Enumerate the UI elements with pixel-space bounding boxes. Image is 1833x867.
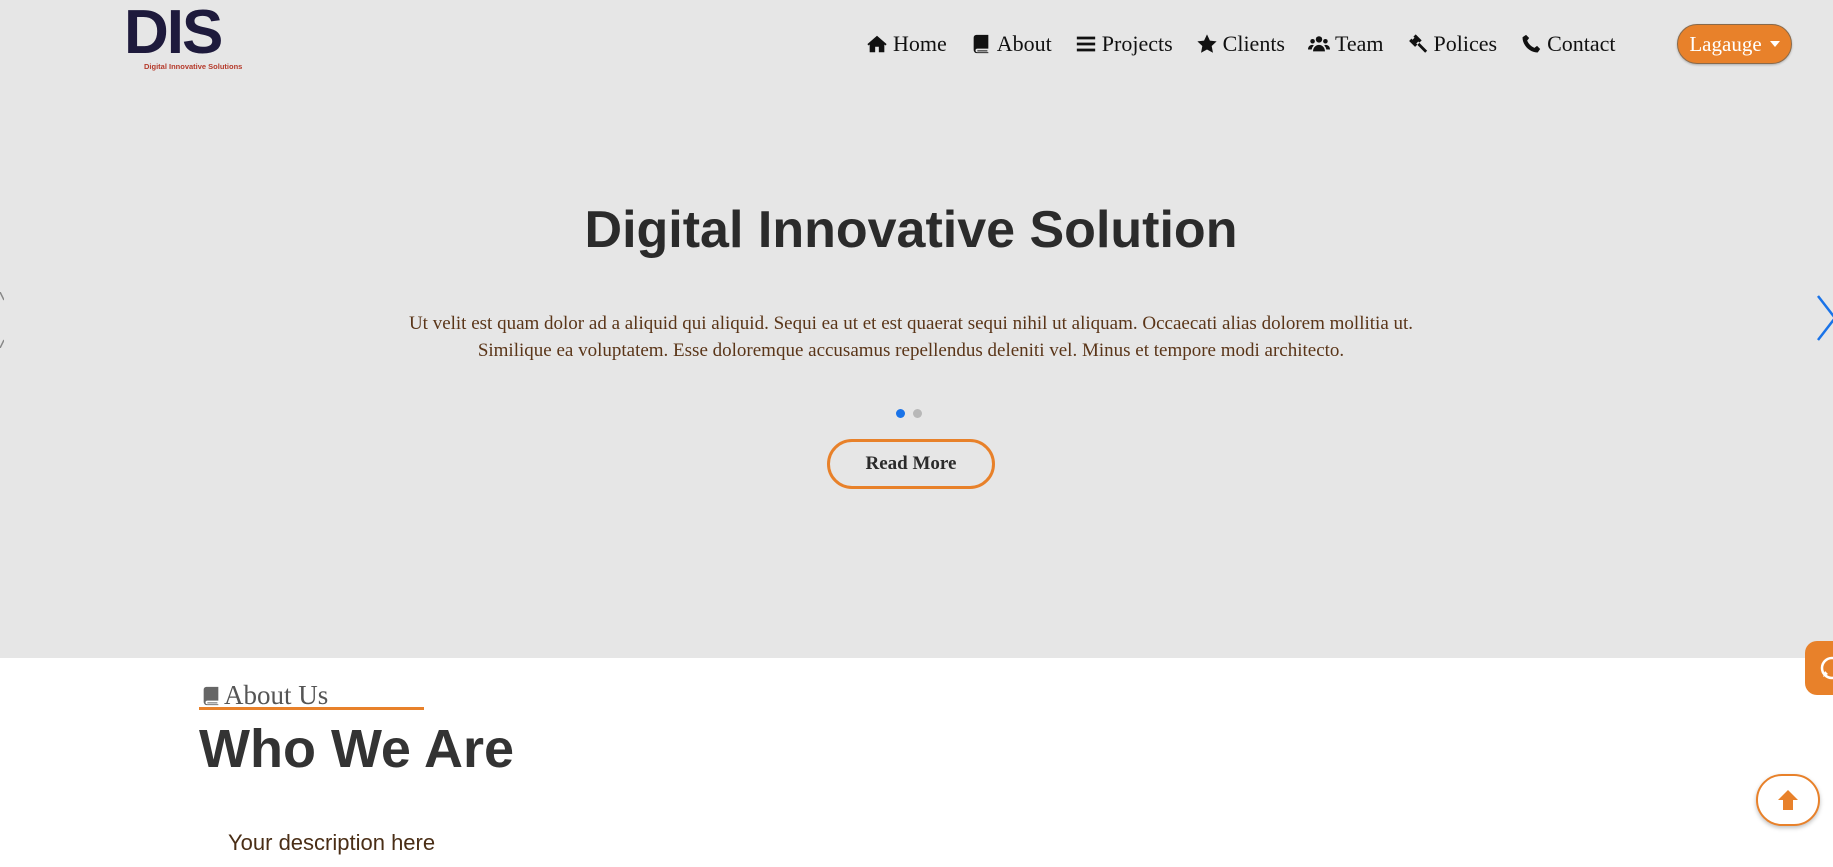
arrow-up-icon (1778, 790, 1798, 810)
nav-item-home[interactable]: Home (866, 31, 947, 57)
read-more-button[interactable]: Read More (827, 439, 995, 489)
nav-item-label: Home (893, 31, 947, 56)
nav-item-projects[interactable]: Projects (1075, 31, 1173, 57)
book-icon (203, 686, 219, 705)
hero-title: Digital Innovative Solution (584, 201, 1238, 259)
carousel-prev-arrow-icon[interactable] (0, 292, 4, 348)
users-icon (1308, 36, 1330, 52)
caret-down-icon (1769, 41, 1780, 47)
logo-mark: DIS (124, 0, 223, 67)
carousel-indicator-1[interactable] (896, 409, 905, 418)
section-label-underline (199, 707, 424, 710)
nav-item-polices[interactable]: Polices (1407, 31, 1498, 57)
gavel-icon (1408, 34, 1427, 53)
nav-item-clients[interactable]: Clients (1196, 31, 1285, 57)
section-heading: Who We Are (199, 719, 515, 779)
phone-icon (1522, 34, 1541, 53)
logo[interactable]: DIS Digital Innovative Solutions (124, 0, 250, 74)
book-icon (973, 34, 989, 54)
language-label: Lagauge (1689, 31, 1762, 56)
nav-item-label: Clients (1222, 31, 1285, 56)
nav-item-label: Projects (1101, 31, 1173, 56)
hero-description: Ut velit est quam dolor ad a aliquid qui… (408, 313, 1414, 361)
nav-item-label: Polices (1433, 31, 1498, 56)
carousel-indicator-2[interactable] (913, 409, 922, 418)
nav-item-label: Contact (1547, 31, 1616, 56)
nav-item-about[interactable]: About (970, 31, 1052, 57)
whatsapp-icon (1820, 656, 1833, 680)
language-dropdown-button[interactable]: Lagauge (1677, 24, 1792, 64)
section-description: Your description here (228, 830, 436, 855)
bars-icon (1076, 36, 1095, 52)
carousel-indicators (896, 409, 922, 418)
chat-button[interactable] (1805, 641, 1833, 695)
carousel-next-arrow-icon[interactable] (1815, 292, 1833, 348)
nav-item-label: About (996, 31, 1052, 56)
home-icon (867, 35, 887, 53)
star-icon (1197, 34, 1217, 53)
scroll-to-top-button[interactable] (1756, 774, 1820, 826)
logo-tagline: Digital Innovative Solutions (144, 62, 243, 71)
main-nav: Home About Projects Clients Team Polices… (866, 28, 1616, 60)
nav-item-team[interactable]: Team (1308, 31, 1384, 57)
nav-item-contact[interactable]: Contact (1520, 31, 1616, 57)
nav-item-label: Team (1335, 31, 1384, 56)
